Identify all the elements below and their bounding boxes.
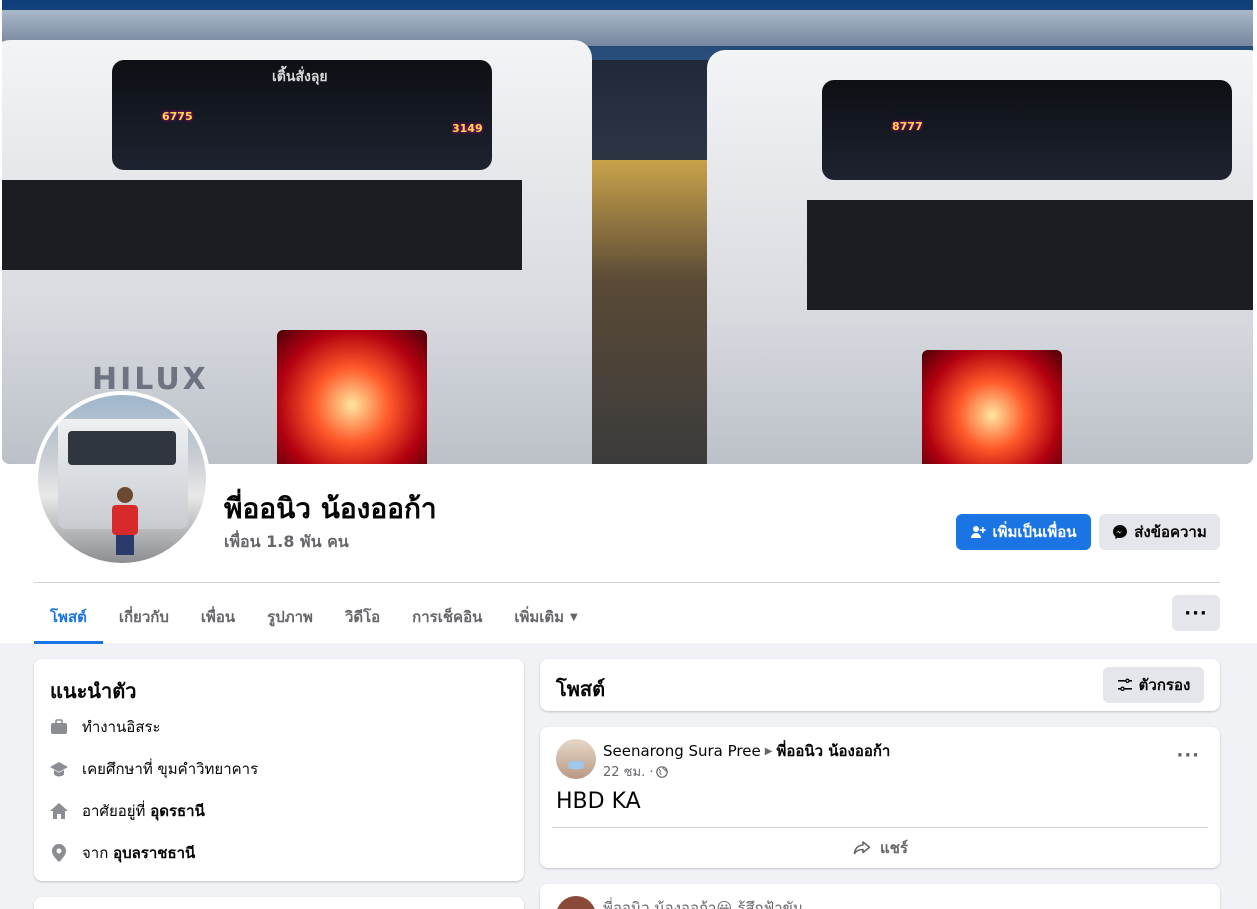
tab-photos[interactable]: รูปภาพ: [251, 592, 329, 642]
filter-icon: [1117, 678, 1132, 692]
tab-label: เพื่อน: [200, 608, 236, 626]
post-author-link[interactable]: Seenarong Sura Pree: [603, 742, 761, 760]
header-divider: [34, 582, 1220, 583]
share-button[interactable]: แชร์: [540, 831, 1220, 865]
truck-taillight: [922, 350, 1062, 464]
avatar-photo: [38, 395, 206, 563]
cover-truck-right: 8777: [707, 50, 1253, 464]
tab-label: โพสต์: [50, 608, 87, 626]
caret-right-icon: ▶: [764, 745, 773, 757]
truck-taillight: [277, 330, 427, 464]
friends-count-link[interactable]: เพื่อน 1.8 พัน คน: [224, 530, 349, 555]
photos-card: [34, 897, 524, 909]
avatar-person: [112, 487, 138, 557]
post-target-link[interactable]: พี่ออนิว น้องออก้า: [776, 739, 890, 763]
post-author-avatar[interactable]: [556, 896, 596, 909]
post-status: รู้สึกฟ้าขัน: [737, 899, 804, 909]
intro-text: เคยศึกษาที่ ขุมคำวิทยาคาร: [82, 760, 259, 778]
add-friend-button[interactable]: เพิ่มเป็นเพื่อน: [956, 514, 1091, 550]
post-header: พี่ออนิว น้องออก้า😀 รู้สึกฟ้าขัน: [603, 896, 803, 909]
intro-item-lives-in: อาศัยอยู่ที่ อุดรธานี: [48, 799, 205, 823]
messenger-icon: [1113, 525, 1128, 539]
home-icon: [48, 800, 70, 822]
post-options-button[interactable]: ···: [1176, 745, 1200, 766]
add-friend-icon: [971, 526, 987, 538]
truck-rear-window: 8777: [822, 80, 1232, 180]
intro-item-work: ทำงานอิสระ: [48, 715, 161, 739]
intro-text: อาศัยอยู่ที่ อุดรธานี: [82, 802, 205, 820]
graduation-cap-icon: [48, 758, 70, 780]
tab-label: เพิ่มเติม: [514, 608, 565, 626]
tab-about[interactable]: เกี่ยวกับ: [103, 592, 185, 642]
globe-icon: [656, 765, 669, 778]
intro-text: จาก อุบลราชธานี: [82, 844, 196, 862]
post-meta: 22 ชม. ·: [603, 761, 669, 782]
more-options-button[interactable]: ···: [1172, 595, 1220, 631]
intro-title: แนะนำตัว: [50, 679, 137, 703]
truck-rear-window: เติ้นสั่งลุย 6775 3149: [112, 60, 492, 170]
location-pin-icon: [48, 842, 70, 864]
tab-videos[interactable]: วิดีโอ: [329, 592, 396, 642]
sticker-plate-2: 3149: [452, 122, 483, 135]
sticker-plate: 8777: [892, 120, 923, 133]
intro-card: แนะนำตัว ทำงานอิสระ เคยศึกษาที่ ขุมคำวิท…: [34, 659, 524, 881]
posts-header-card: โพสต์ ตัวกรอง: [540, 659, 1220, 711]
post-card: พี่ออนิว น้องออก้า😀 รู้สึกฟ้าขัน: [540, 884, 1220, 909]
avatar-truck-windshield: [68, 431, 176, 465]
filter-button[interactable]: ตัวกรอง: [1103, 667, 1204, 703]
cover-photo[interactable]: เติ้นสั่งลุย 6775 3149 HILUX 8777: [2, 0, 1253, 464]
truck-bed: [807, 200, 1253, 310]
profile-name: พี่ออนิว น้องออก้า: [224, 492, 437, 525]
sticker-plate: 6775: [162, 110, 193, 123]
tab-more[interactable]: เพิ่มเติม ▼: [498, 592, 593, 642]
message-button[interactable]: ส่งข้อความ: [1099, 514, 1220, 550]
post-divider: [552, 827, 1208, 828]
tab-label: รูปภาพ: [267, 608, 313, 626]
tab-label: วิดีโอ: [344, 608, 381, 626]
post-content: HBD KA: [556, 789, 641, 814]
message-label: ส่งข้อความ: [1134, 523, 1207, 541]
intro-link[interactable]: อุบลราชธานี: [113, 844, 195, 862]
profile-tabs: โพสต์ เกี่ยวกับ เพื่อน รูปภาพ วิดีโอ การ…: [34, 592, 594, 644]
tab-posts[interactable]: โพสต์: [34, 592, 103, 644]
filter-label: ตัวกรอง: [1138, 676, 1191, 694]
posts-title: โพสต์: [556, 677, 606, 701]
post-card: Seenarong Sura Pree ▶ พี่ออนิว น้องออก้า…: [540, 727, 1220, 868]
caret-down-icon: ▼: [570, 611, 578, 623]
tab-checkins[interactable]: การเช็คอิน: [396, 592, 498, 642]
window-text: เติ้นสั่งลุย: [272, 69, 328, 85]
tab-label: การเช็คอิน: [412, 608, 483, 626]
share-icon: [853, 841, 871, 855]
tab-label: เกี่ยวกับ: [118, 608, 169, 626]
profile-avatar[interactable]: [34, 391, 210, 567]
intro-text: ทำงานอิสระ: [82, 718, 161, 736]
intro-item-from: จาก อุบลราชธานี: [48, 841, 195, 865]
intro-item-education: เคยศึกษาที่ ขุมคำวิทยาคาร: [48, 757, 258, 781]
intro-link[interactable]: อุดรธานี: [150, 802, 205, 820]
post-header: Seenarong Sura Pree ▶ พี่ออนิว น้องออก้า: [603, 739, 890, 763]
add-friend-label: เพิ่มเป็นเพื่อน: [992, 523, 1077, 541]
post-author-avatar[interactable]: [556, 739, 596, 779]
post-timestamp[interactable]: 22 ชม. ·: [603, 761, 653, 782]
share-label: แชร์: [880, 839, 908, 857]
truck-bed: [2, 180, 522, 270]
tab-friends[interactable]: เพื่อน: [185, 592, 251, 642]
briefcase-icon: [48, 716, 70, 738]
post-author-link[interactable]: พี่ออนิว น้องออก้า😀: [603, 899, 732, 909]
